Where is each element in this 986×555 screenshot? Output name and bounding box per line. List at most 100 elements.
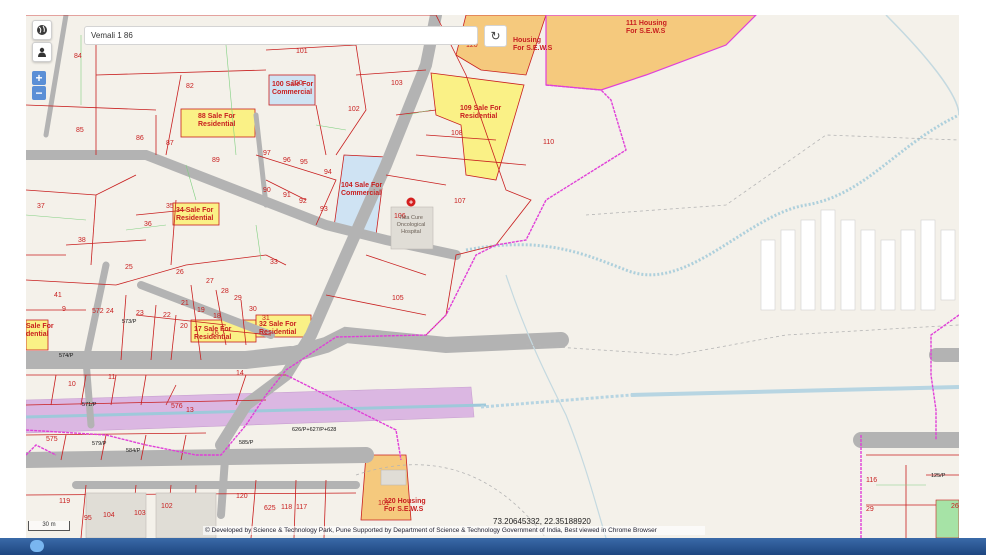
parcel-number[interactable]: 118 <box>281 504 292 511</box>
housing-label-line: For S.E.W.S <box>513 45 553 52</box>
user-icon[interactable] <box>32 42 52 62</box>
parcel-number[interactable]: 585/P <box>239 440 254 446</box>
parcel-number[interactable]: 574/P <box>59 353 74 359</box>
parcel-number[interactable]: 103 <box>134 510 146 517</box>
parcel-number[interactable]: 110 <box>543 139 554 146</box>
scale-bar: 30 m <box>28 521 70 531</box>
parcel-number[interactable]: 91 <box>283 192 291 199</box>
zoom-out-button[interactable]: − <box>32 86 46 100</box>
parcel-number[interactable]: 93 <box>320 206 328 213</box>
globe-icon[interactable] <box>32 20 52 40</box>
parcel-number[interactable]: 108 <box>451 130 463 137</box>
poi-name-line2: Oncological <box>397 222 426 228</box>
parcel-number[interactable]: 90 <box>263 187 271 194</box>
parcel-number[interactable]: 584/P <box>126 448 141 454</box>
housing-label-line: 111 Housing <box>626 20 667 27</box>
parcel-number[interactable]: 95 <box>84 515 92 522</box>
parcel-number[interactable]: 13 <box>186 407 194 414</box>
parcel-number[interactable]: 571/P <box>82 402 97 408</box>
parcel-number[interactable]: 25 <box>125 264 133 271</box>
sale-label-line: Residential <box>194 334 231 341</box>
parcel-number[interactable]: 11 <box>108 374 115 381</box>
sale-label-line: Residential <box>176 215 213 222</box>
parcel-number[interactable]: 96 <box>283 157 291 164</box>
parcel-number[interactable]: 573/P <box>122 319 137 325</box>
parcel-number[interactable]: 41 <box>54 292 62 299</box>
sale-label-line: Commercial <box>341 190 381 197</box>
parcel-number[interactable]: 107 <box>454 198 466 205</box>
parcel-number[interactable]: 579/P <box>92 441 107 447</box>
parcel-number[interactable]: 37 <box>37 203 45 210</box>
sale-label-line: 104 Sale For <box>341 182 383 189</box>
parcel-number[interactable]: 117 <box>296 504 307 511</box>
parcel-number[interactable]: 82 <box>186 83 194 90</box>
parcel-number[interactable]: 120 <box>236 493 248 500</box>
parcel-number[interactable]: 84 <box>74 53 82 60</box>
building <box>380 469 407 486</box>
parcel-number[interactable]: 95 <box>300 159 308 166</box>
hospital-cross: + <box>409 200 413 207</box>
parcel-number[interactable]: 104 <box>103 512 115 519</box>
parcel-number[interactable]: 9 <box>62 306 66 313</box>
parcel-number[interactable]: 14 <box>236 370 244 377</box>
parcel-number[interactable]: 20 <box>180 323 188 330</box>
refresh-button[interactable]: ↻ <box>484 25 507 47</box>
parcel-number[interactable]: 21 <box>181 300 189 307</box>
poi-name-line3: Hospital <box>401 229 421 235</box>
parcel-number[interactable]: 26 <box>176 269 184 276</box>
parcel-number[interactable]: 29 <box>234 295 242 302</box>
parcel-number[interactable]: 85 <box>76 127 84 134</box>
parcel-number[interactable]: 103 <box>391 80 403 87</box>
coordinates-readout: 73.20645332, 22.35188920 <box>493 517 591 526</box>
map-viewport: + 84 101 120 82 100 102 103 85 86 87 89 108 110 90 91 9… <box>0 0 986 555</box>
sale-label-line: Commercial <box>272 89 312 96</box>
sale-label-line: 100 Sale For <box>272 81 314 88</box>
parcel-number[interactable]: 87 <box>166 140 174 147</box>
map-canvas[interactable]: + 8410112082 1001021038586878910811090919… <box>26 15 959 538</box>
parcel-number[interactable]: 94 <box>324 169 332 176</box>
search-input[interactable] <box>84 26 478 45</box>
parcel-number[interactable]: 86 <box>136 135 144 142</box>
parcel-number[interactable]: 125/P <box>931 473 946 479</box>
sale-label-line: dential <box>26 331 49 338</box>
parcel-number[interactable]: 28 <box>221 288 229 295</box>
parcel-number[interactable]: 116 <box>866 477 877 484</box>
parcel-number[interactable]: 572 <box>92 308 104 315</box>
sale-label-line: 109 Sale For <box>460 105 502 112</box>
parcel-number[interactable]: 92 <box>299 198 307 205</box>
parcel-number[interactable]: 102 <box>161 503 173 510</box>
parcel-number[interactable]: 19 <box>197 307 205 314</box>
parcel-number[interactable]: 22 <box>163 312 171 319</box>
parcel-number[interactable]: 35 <box>166 203 174 210</box>
parcel-number[interactable]: 626/P+627/P+628 <box>292 427 336 433</box>
housing-label-line: For S.E.W.S <box>626 28 666 35</box>
parcel-number[interactable]: 625 <box>264 505 276 512</box>
sale-label-line: Residential <box>198 121 235 128</box>
os-taskbar <box>0 538 986 555</box>
parcel-number[interactable]: 26 <box>951 503 959 510</box>
parcel-number[interactable]: 24 <box>106 308 114 315</box>
refresh-icon: ↻ <box>490 29 501 43</box>
housing-label-line: Housing <box>513 37 541 44</box>
parcel-number[interactable]: 36 <box>144 221 152 228</box>
sale-label-line: 120 Housing <box>384 498 426 505</box>
parcel-number[interactable]: 97 <box>263 150 271 157</box>
parcel-number[interactable]: 10 <box>68 381 76 388</box>
start-button[interactable] <box>30 540 44 552</box>
parcel-number[interactable]: 105 <box>392 295 404 302</box>
parcel-map[interactable]: + 84 101 120 82 100 102 103 85 86 87 89 108 110 90 91 9… <box>26 15 959 538</box>
parcel-number[interactable]: 33 <box>270 259 278 266</box>
zoom-in-button[interactable]: + <box>32 71 46 85</box>
parcel-number[interactable]: 102 <box>348 106 360 113</box>
parcel-number[interactable]: 29 <box>866 506 874 513</box>
parcel-number[interactable]: 30 <box>249 306 257 313</box>
parcel-number[interactable]: 89 <box>212 157 220 164</box>
parcel-number[interactable]: 575 <box>46 436 58 443</box>
parcel-number[interactable]: 101 <box>296 48 308 55</box>
parcel-number[interactable]: 38 <box>78 237 86 244</box>
parcel-number[interactable]: 18 <box>213 313 221 320</box>
parcel-number[interactable]: 119 <box>59 498 70 505</box>
parcel-number[interactable]: 23 <box>136 310 144 317</box>
parcel-number[interactable]: 576 <box>171 403 183 410</box>
parcel-number[interactable]: 27 <box>206 278 214 285</box>
